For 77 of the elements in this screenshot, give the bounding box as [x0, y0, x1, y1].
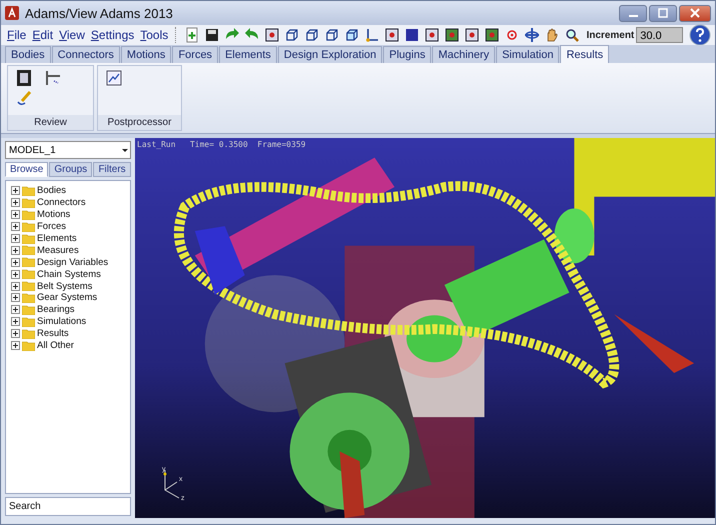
expand-icon[interactable]: [11, 270, 20, 279]
folder-icon: [22, 304, 35, 315]
minimize-button[interactable]: [619, 4, 647, 22]
expand-icon[interactable]: [11, 198, 20, 208]
rotate-icon[interactable]: [523, 26, 542, 44]
expand-icon[interactable]: [11, 305, 20, 314]
folder-icon: [22, 245, 35, 256]
expand-icon[interactable]: [11, 341, 20, 350]
browser-tab[interactable]: Filters: [93, 162, 131, 177]
tree-item[interactable]: Simulations: [11, 316, 125, 328]
tree-item[interactable]: Results: [11, 328, 125, 340]
expand-icon[interactable]: [11, 293, 20, 302]
tree-item[interactable]: Gear Systems: [11, 292, 125, 304]
expand-icon[interactable]: [11, 282, 20, 291]
maximize-button[interactable]: [649, 4, 677, 22]
menu-item[interactable]: Settings: [88, 28, 136, 42]
increment-label: Increment: [586, 30, 634, 40]
app-logo-icon: [5, 6, 19, 20]
menu-item[interactable]: View: [57, 28, 87, 42]
ribbon-tab[interactable]: Plugins: [383, 46, 432, 63]
help-icon[interactable]: [689, 24, 711, 46]
maximize-icon: [658, 8, 668, 18]
expand-icon[interactable]: [11, 329, 20, 338]
tree-item[interactable]: Elements: [11, 232, 125, 244]
close-icon: [690, 8, 700, 18]
tree-item[interactable]: Belt Systems: [11, 280, 125, 292]
ribbon-tab[interactable]: Machinery: [432, 46, 496, 63]
folder-icon: [22, 328, 35, 339]
tree-item[interactable]: Connectors: [11, 196, 125, 209]
ribbon-tab[interactable]: Design Exploration: [278, 46, 382, 63]
ribbon-tab[interactable]: Connectors: [52, 46, 120, 63]
menu-item[interactable]: Edit: [30, 28, 56, 42]
expand-icon[interactable]: [11, 222, 20, 232]
folder-icon: [22, 210, 35, 220]
folder-icon: [22, 340, 35, 351]
folder-icon: [22, 269, 35, 280]
increment-field[interactable]: 30.0: [636, 27, 683, 43]
folder-icon: [22, 316, 35, 327]
expand-icon[interactable]: [11, 234, 20, 243]
ribbon-tab[interactable]: Bodies: [5, 46, 51, 63]
ribbon-tab[interactable]: Forces: [172, 46, 218, 63]
folder-icon: [22, 257, 35, 268]
folder-icon: [22, 292, 35, 303]
menu-item[interactable]: Tools: [138, 28, 170, 42]
window-title: Adams/View Adams 2013: [25, 6, 173, 20]
minimize-icon: [628, 15, 638, 17]
browser-tab[interactable]: Browse: [5, 162, 48, 177]
tree-item[interactable]: Design Variables: [11, 256, 125, 268]
tree-item[interactable]: Forces: [11, 220, 125, 233]
ribbon-tab[interactable]: Simulation: [496, 46, 560, 63]
model-dropdown[interactable]: MODEL_1: [5, 141, 131, 159]
tree-item[interactable]: Chain Systems: [11, 268, 125, 280]
tree-item[interactable]: Measures: [11, 244, 125, 256]
menu-item[interactable]: File: [5, 28, 28, 42]
expand-icon[interactable]: [11, 246, 20, 255]
search-field[interactable]: Search: [5, 497, 131, 516]
ribbon-tab[interactable]: Elements: [219, 46, 277, 63]
close-button[interactable]: [679, 4, 711, 22]
folder-icon: [22, 186, 35, 196]
expand-icon[interactable]: [11, 186, 20, 196]
folder-icon: [22, 281, 35, 292]
group-label: Review: [8, 115, 93, 130]
tree-item[interactable]: Bearings: [11, 304, 125, 316]
expand-icon[interactable]: [11, 317, 20, 326]
ribbon-tab[interactable]: Motions: [120, 46, 172, 63]
folder-icon: [22, 198, 35, 208]
folder-icon: [22, 222, 35, 232]
tree-item[interactable]: Bodies: [11, 185, 125, 197]
folder-icon: [22, 234, 35, 244]
browser-tab[interactable]: Groups: [49, 162, 92, 177]
ribbon-tab[interactable]: Results: [560, 45, 610, 63]
run-info-text: Last_Run Time= 0.3500 Frame=0359: [137, 140, 306, 149]
group-label: Postprocessor: [98, 115, 181, 130]
tree-item[interactable]: Motions: [11, 208, 125, 221]
expand-icon[interactable]: [11, 210, 20, 220]
tree-item[interactable]: All Other: [11, 340, 125, 352]
expand-icon[interactable]: [11, 258, 20, 267]
